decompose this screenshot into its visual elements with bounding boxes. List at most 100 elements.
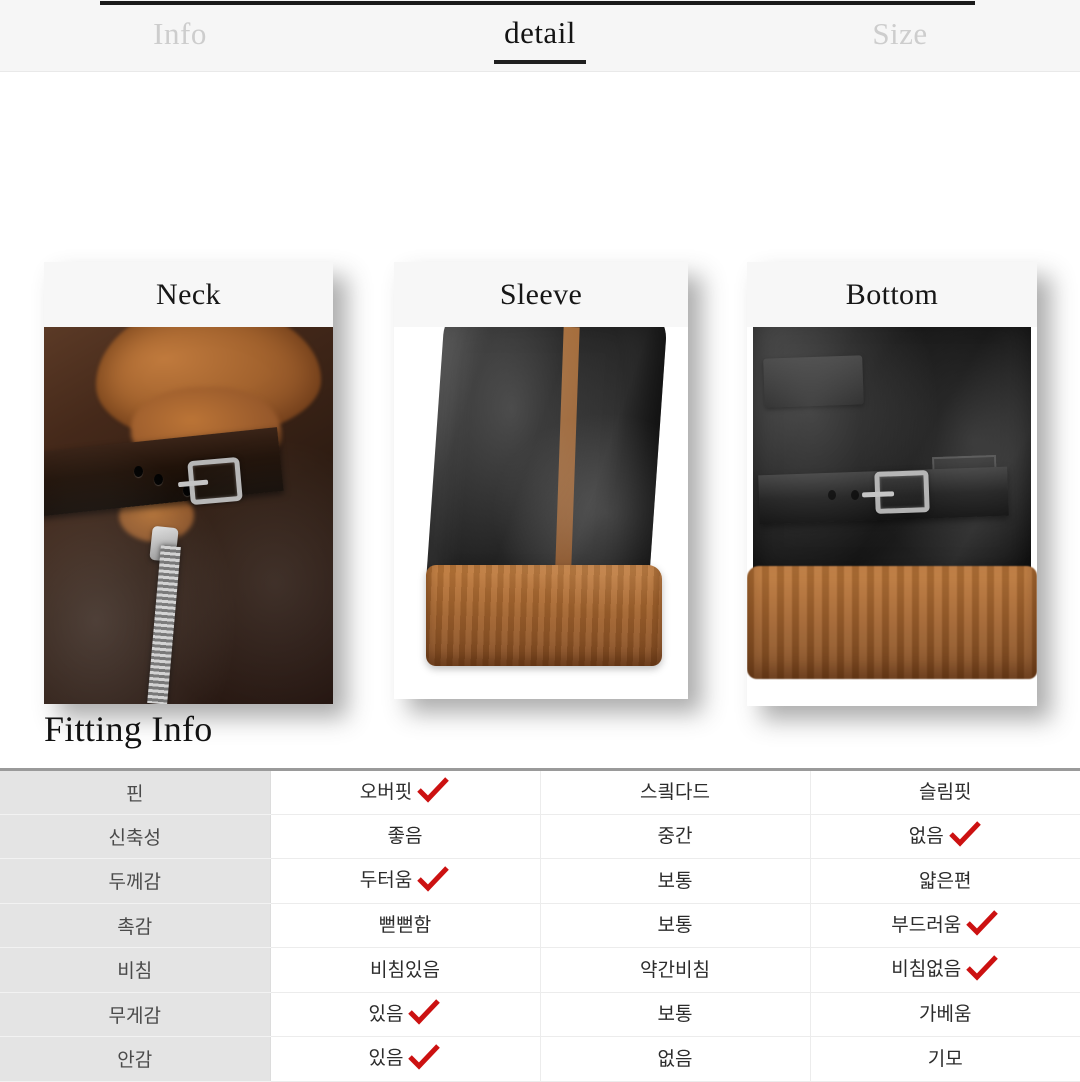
checkmark-icon [407,1044,441,1070]
fitting-option[interactable]: 약간비침 [540,947,811,993]
fitting-option-selected[interactable]: 부드러움 [810,903,1080,948]
fitting-option[interactable]: 뻗뻗함 [270,903,541,948]
fitting-option-label: 가베움 [919,1003,972,1026]
tab-info-label: Info [153,15,207,51]
fitting-option-wrap: 좋음 [388,827,423,846]
detail-card-sleeve[interactable]: Sleeve [394,262,688,699]
fitting-row-label: 촉감 [0,903,271,948]
bottom-photo [747,327,1037,706]
fitting-option-wrap: 보통 [658,1005,693,1024]
neck-photo [44,327,333,704]
fitting-option-wrap: 얇은편 [919,869,972,892]
fitting-option-wrap: 있음 [369,999,442,1029]
fitting-option-wrap: 부드러움 [891,910,999,940]
checkmark-icon [948,821,982,847]
fitting-option-selected[interactable]: 오버핏 [270,769,541,815]
fitting-info-heading: Fitting Info [44,709,213,749]
detail-card-neck-title: Neck [44,262,333,327]
fitting-option[interactable]: 중간 [540,814,811,859]
fitting-row: 무게감 있음 보통 가베움 [0,992,1080,1037]
fitting-option-selected[interactable]: 있음 [270,1036,541,1082]
fitting-row-label: 핀 [0,769,271,815]
detail-card-bottom-title: Bottom [747,262,1037,327]
fitting-option-label: 얇은편 [919,869,972,892]
detail-tabbar: Info detail Size [0,0,1080,72]
fitting-option-wrap: 보통 [657,869,693,892]
tab-size[interactable]: Size [720,0,1080,72]
fitting-row-label: 신축성 [0,814,271,859]
fitting-option-wrap: 뻗뻗함 [379,916,431,935]
fitting-option-wrap: 기모 [927,1047,963,1070]
tab-detail[interactable]: detail [360,0,720,72]
fitting-option-label: 슬림핏 [919,781,972,804]
fitting-row: 비침 비침있음 약간비침 비침없음 [0,947,1080,993]
fitting-row-label: 두께감 [0,858,271,904]
fitting-option-label: 보통 [657,914,693,937]
fitting-option-wrap: 가베움 [919,1005,971,1024]
fitting-option-selected[interactable]: 비침없음 [810,947,1080,993]
fitting-option-selected[interactable]: 있음 [270,992,541,1037]
fitting-option-label: 있음 [368,1047,404,1070]
fitting-row: 안감 있음 없음 기모 [0,1036,1080,1082]
fitting-option-label: 없음 [908,824,944,847]
fitting-option-wrap: 없음 [658,1049,693,1069]
fitting-option-label: 기모 [927,1047,963,1070]
fitting-option-wrap: 없음 [909,821,982,851]
fitting-option-label: 좋음 [387,825,423,848]
fitting-option-wrap: 보통 [658,916,693,935]
fitting-row: 촉감 뻗뻗함 보통 부드러움 [0,903,1080,948]
fitting-row-label: 비침 [0,947,271,993]
fitting-row-label: 무게감 [0,992,271,1037]
tab-detail-label: detail [504,14,576,50]
checkmark-icon [965,910,999,936]
fitting-option-wrap: 비침없음 [891,955,999,985]
fitting-option[interactable]: 기모 [810,1036,1080,1082]
fitting-row-label: 안감 [0,1036,271,1082]
fitting-option-wrap: 두터움 [360,866,450,896]
fitting-option-selected[interactable]: 없음 [810,814,1080,859]
checkmark-icon [965,955,999,981]
fitting-option[interactable]: 스킠다드 [540,769,811,815]
fitting-option[interactable]: 없음 [540,1036,811,1082]
fitting-option-label: 부드러움 [891,913,962,936]
checkmark-icon [407,999,441,1025]
fitting-option[interactable]: 얇은편 [810,858,1080,904]
fitting-row: 두께감 두터움 보통 얇은편 [0,858,1080,904]
fitting-option[interactable]: 슬림핏 [810,769,1080,815]
fitting-option-label: 오버핏 [359,780,413,803]
fitting-option[interactable]: 가베움 [810,992,1080,1037]
fitting-option-label: 보통 [657,869,693,892]
fitting-option-label: 비침있음 [370,958,440,981]
fitting-option-wrap: 스킠다드 [640,783,710,802]
fitting-option-label: 스킠다드 [640,781,710,804]
fitting-option-label: 중간 [657,825,693,848]
fitting-option[interactable]: 좋음 [270,814,541,859]
fitting-option-label: 비침없음 [891,958,962,981]
fitting-option-label: 약간비침 [640,958,710,981]
fitting-option-wrap: 중간 [658,827,693,846]
detail-card-bottom[interactable]: Bottom [747,262,1037,706]
fitting-option-label: 두터움 [359,869,413,892]
fitting-row: 신축성 좋음 중간 없음 [0,814,1080,859]
tab-info[interactable]: Info [0,0,360,72]
fitting-option-label: 뻗뻗함 [378,914,432,937]
fitting-option[interactable]: 보통 [540,992,811,1037]
detail-card-gallery: Neck Sleeve Bottom [0,72,1080,706]
fitting-row: 핀 오버핏 스킠다드 슬림핏 [0,769,1080,815]
fitting-option[interactable]: 보통 [540,903,811,948]
fitting-option-label: 보통 [657,1003,693,1026]
checkmark-icon [416,777,450,803]
detail-card-sleeve-title: Sleeve [394,262,688,327]
tab-active-underline [494,60,586,64]
tab-list: Info detail Size [0,0,1080,72]
fitting-option[interactable]: 보통 [540,858,811,904]
fitting-option-wrap: 오버핏 [360,777,450,807]
sleeve-photo [394,327,688,699]
fitting-option[interactable]: 비침있음 [270,947,541,993]
fitting-option-selected[interactable]: 두터움 [270,858,541,904]
checkmark-icon [416,866,450,892]
detail-card-neck[interactable]: Neck [44,262,333,704]
fitting-option-wrap: 비침있음 [370,958,440,981]
fitting-option-wrap: 있음 [369,1044,442,1074]
tab-size-label: Size [872,15,928,51]
